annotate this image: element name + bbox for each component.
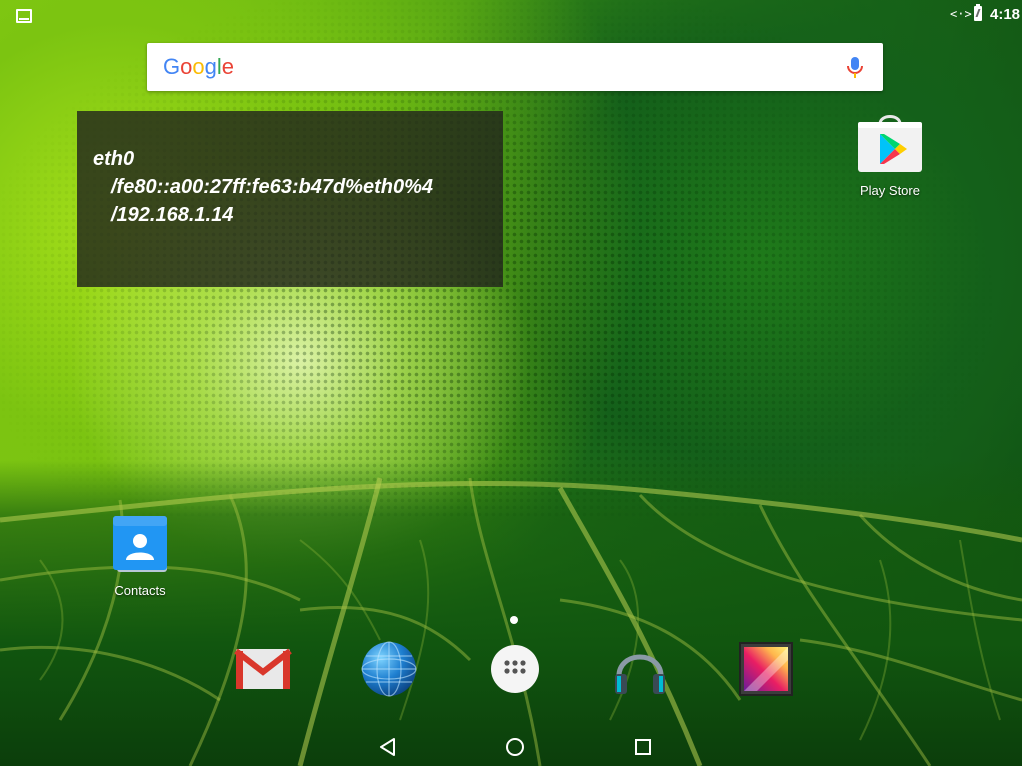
screenshot-window-icon — [16, 9, 32, 23]
google-logo-letter: o — [180, 54, 193, 79]
battery-charging-icon — [974, 4, 982, 21]
ip-address-widget[interactable]: eth0 /fe80::a00:27ff:fe63:b47d%eth0%4 /1… — [77, 111, 503, 287]
play-store-icon — [858, 115, 922, 172]
contacts-label: Contacts — [114, 583, 166, 598]
back-triangle-icon[interactable] — [377, 736, 399, 758]
app-drawer-icon — [491, 645, 539, 693]
ipv4-address: /192.168.1.14 — [111, 204, 234, 226]
microphone-icon[interactable] — [844, 55, 866, 81]
play-store-app[interactable]: Play Store — [840, 112, 940, 198]
google-logo-letter: G — [163, 54, 181, 79]
google-logo-letter: g — [204, 54, 217, 79]
browser-globe-icon — [361, 641, 417, 697]
ethernet-icon: <·> — [950, 7, 972, 21]
ipv6-address: /fe80::a00:27ff:fe63:b47d%eth0%4 — [111, 176, 433, 198]
gallery-app[interactable] — [737, 640, 795, 698]
google-logo: Google — [163, 54, 234, 80]
music-app[interactable] — [611, 640, 669, 698]
play-store-label: Play Store — [860, 183, 920, 198]
contacts-icon — [113, 516, 167, 572]
navigation-bar — [0, 726, 1022, 766]
browser-app[interactable] — [360, 640, 418, 698]
recents-square-icon[interactable] — [632, 736, 654, 758]
google-search-bar[interactable]: Google — [147, 43, 883, 91]
gallery-icon — [739, 642, 793, 696]
google-logo-letter: e — [221, 54, 235, 79]
gmail-icon — [234, 648, 292, 689]
music-headphones-icon — [615, 654, 665, 694]
gmail-app[interactable] — [234, 640, 292, 698]
page-indicator-dot — [510, 616, 518, 624]
interface-name: eth0 — [93, 148, 135, 170]
contacts-app[interactable]: Contacts — [90, 514, 190, 598]
google-logo-letter: o — [192, 54, 205, 79]
home-circle-icon[interactable] — [504, 736, 526, 758]
status-bar: <·> 4:18 — [0, 0, 1022, 30]
app-drawer-button[interactable] — [486, 640, 544, 698]
status-time: 4:18 — [990, 6, 1021, 23]
